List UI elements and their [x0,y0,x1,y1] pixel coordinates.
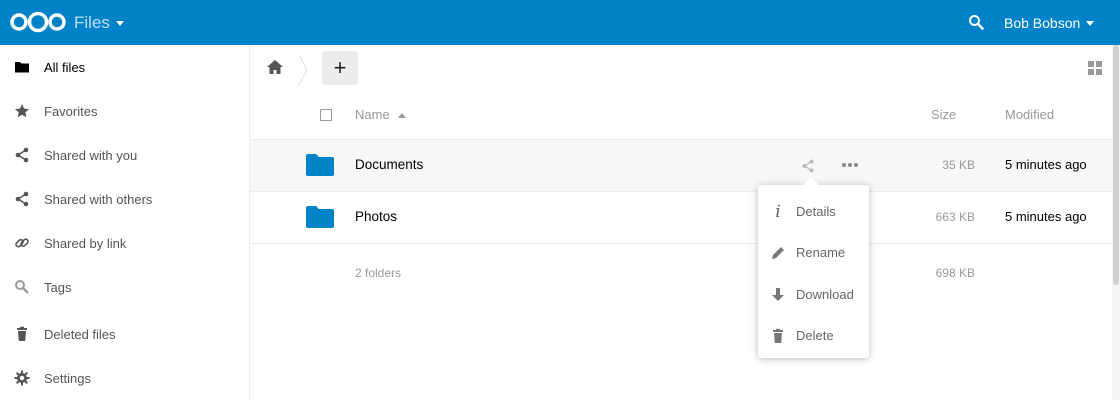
top-header: Files Bob Bobson [0,0,1120,45]
star-icon [14,104,30,118]
sidebar-item-label: Tags [44,279,72,295]
chevron-down-icon [115,20,124,26]
sidebar-item-label: Shared by link [44,235,127,251]
menu-item-details[interactable]: i Details [758,191,869,232]
menu-item-rename[interactable]: Rename [758,232,869,273]
summary-count: 2 folders [355,266,402,280]
trash-icon [17,326,27,341]
sidebar-item-label: Shared with others [44,191,153,207]
table-row[interactable]: Photos 663 KB 5 minutes ago [250,192,1112,244]
file-modified: 5 minutes ago [1005,209,1087,224]
share-icon[interactable] [801,159,815,173]
sort-ascending-icon [397,113,406,119]
user-name: Bob Bobson [1004,15,1081,31]
scrollbar[interactable] [1112,45,1120,400]
download-icon [772,288,784,301]
app-menu-button[interactable]: Files [74,13,124,33]
breadcrumb-separator [298,55,308,85]
info-icon: i [775,202,781,222]
grid-view-icon[interactable] [1088,61,1103,76]
scrollbar-thumb[interactable] [1113,45,1119,285]
controls-bar: + [250,45,1112,91]
sidebar-item-shared-by-link[interactable]: Shared by link [0,221,249,265]
file-size: 35 KB [942,158,975,172]
home-icon[interactable] [266,59,284,75]
trash-icon [773,328,783,343]
file-modified: 5 minutes ago [1005,157,1087,172]
file-actions-menu: i Details Rename Download Delete [758,177,869,358]
link-icon [15,238,29,248]
menu-arrow [803,177,819,185]
user-menu-button[interactable]: Bob Bobson [1004,15,1095,31]
file-name[interactable]: Photos [355,209,397,224]
app-name: Files [74,13,110,32]
column-name-header[interactable]: Name [355,107,406,122]
menu-item-download[interactable]: Download [758,274,869,315]
menu-item-label: Delete [796,328,834,343]
menu-item-delete[interactable]: Delete [758,315,869,356]
table-row[interactable]: Documents 35 KB 5 minutes ago [250,140,1112,192]
folder-icon [306,154,334,176]
column-name-label: Name [355,107,390,122]
sidebar-item-favorites[interactable]: Favorites [0,89,249,133]
file-table-header: Name Size Modified [250,91,1112,140]
new-file-button[interactable]: + [322,51,358,85]
folder-icon [15,62,29,73]
sidebar-item-label: Deleted files [44,326,116,342]
search-icon[interactable] [968,14,984,30]
select-all-checkbox[interactable] [320,109,332,121]
sidebar-item-label: All files [44,59,86,75]
sidebar-item-shared-with-others[interactable]: Shared with others [0,177,249,221]
sidebar-item-label: Favorites [44,103,98,119]
chevron-down-icon [1086,20,1095,26]
summary-size: 698 KB [935,266,975,280]
tag-search-icon [15,280,29,294]
menu-item-label: Details [796,204,836,219]
column-size-header[interactable]: Size [931,107,956,122]
file-summary-row: 2 folders 698 KB [250,243,1112,303]
file-name[interactable]: Documents [355,157,423,172]
sidebar-item-label: Settings [44,370,91,386]
sidebar: All files Favorites Shared with you Shar… [0,45,250,400]
sidebar-item-deleted-files[interactable]: Deleted files [0,312,249,356]
gear-icon [14,370,30,386]
menu-item-label: Rename [796,245,846,260]
sidebar-item-tags[interactable]: Tags [0,265,249,309]
sidebar-item-shared-with-you[interactable]: Shared with you [0,133,249,177]
folder-icon [306,206,334,228]
sidebar-item-all-files[interactable]: All files [0,45,249,89]
sidebar-item-settings[interactable]: Settings [0,356,249,400]
share-icon [15,147,29,163]
menu-item-label: Download [796,287,854,302]
file-size: 663 KB [935,210,975,224]
share-icon [15,191,29,207]
more-actions-icon[interactable] [842,157,862,173]
column-modified-header[interactable]: Modified [1005,107,1054,122]
pencil-icon [772,247,784,259]
sidebar-item-label: Shared with you [44,147,138,163]
nextcloud-logo[interactable] [8,11,68,33]
